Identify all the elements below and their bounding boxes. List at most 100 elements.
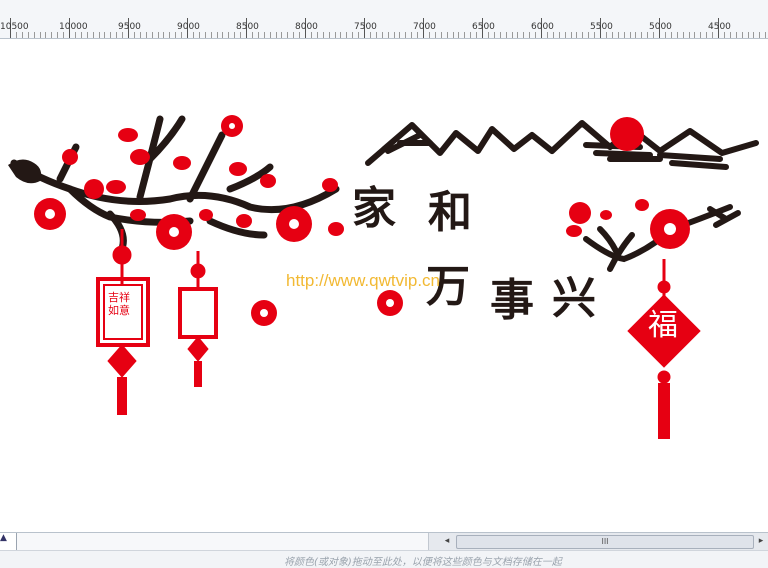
ruler-minor-tick (505, 32, 507, 38)
ruler-minor-tick (310, 32, 312, 38)
ruler-minor-tick (334, 32, 336, 38)
page-tab[interactable]: ▲ (0, 533, 17, 550)
ruler-minor-tick (676, 32, 678, 38)
ruler-minor-tick (605, 32, 607, 38)
fu-pendant (627, 259, 701, 439)
ruler-minor-tick (399, 32, 401, 38)
ruler-minor-tick (428, 32, 430, 38)
ruler-minor-tick (98, 32, 100, 38)
ruler-minor-tick (387, 32, 389, 38)
ruler-label: 5500 (590, 22, 613, 32)
ruler-label: 8500 (236, 22, 259, 32)
ruler-minor-tick (192, 32, 194, 38)
ruler-minor-tick (74, 32, 76, 38)
ruler-minor-tick (476, 32, 478, 38)
ruler-minor-tick (122, 32, 124, 38)
ruler-minor-tick (33, 32, 35, 38)
ruler-minor-tick (670, 32, 672, 38)
ruler-minor-tick (735, 32, 737, 38)
ruler-minor-tick (570, 32, 572, 38)
ruler-minor-tick (564, 32, 566, 38)
ruler-minor-tick (712, 32, 714, 38)
ruler-minor-tick (688, 32, 690, 38)
ruler-minor-tick (269, 32, 271, 38)
ruler-minor-tick (263, 32, 265, 38)
ruler-minor-tick (487, 32, 489, 38)
ruler-minor-tick (340, 32, 342, 38)
ruler-minor-tick (204, 32, 206, 38)
ruler-minor-tick (635, 32, 637, 38)
scrollbar-thumb[interactable]: III (456, 535, 754, 549)
ruler-minor-tick (440, 32, 442, 38)
ruler-minor-tick (86, 32, 88, 38)
scroll-right-icon[interactable]: ▸ (754, 533, 768, 550)
sun-icon (610, 117, 644, 151)
scroll-left-icon[interactable]: ◂ (440, 533, 454, 550)
ruler-minor-tick (765, 32, 767, 38)
ruler-minor-tick (552, 32, 554, 38)
ruler-minor-tick (169, 32, 171, 38)
ruler-minor-tick (753, 32, 755, 38)
ruler-minor-tick (653, 32, 655, 38)
ruler-minor-tick (523, 32, 525, 38)
calligraphy-char-1: 家 (352, 183, 396, 234)
ruler-minor-tick (381, 32, 383, 38)
drawing-canvas[interactable]: 吉祥 如意 家 和 万 事 兴 福 http://www.qwtvip.cn (0, 39, 768, 532)
bird-shape (8, 159, 42, 184)
ruler-minor-tick (417, 32, 419, 38)
horizontal-ruler[interactable]: 10500 10000 9500 9000 8500 8000 7500 7000 6500 60… (0, 0, 768, 39)
ruler-minor-tick (464, 32, 466, 38)
ruler-minor-tick (21, 32, 23, 38)
ruler-minor-tick (393, 32, 395, 38)
ruler-minor-tick (299, 32, 301, 38)
ruler-minor-tick (234, 32, 236, 38)
ruler-minor-tick (316, 32, 318, 38)
ruler-minor-tick (723, 32, 725, 38)
ruler-minor-tick (729, 32, 731, 38)
ruler-minor-tick (558, 32, 560, 38)
ruler-label: 7000 (413, 22, 436, 32)
ruler-minor-tick (641, 32, 643, 38)
ruler-minor-tick (617, 32, 619, 38)
ruler-minor-tick (45, 32, 47, 38)
fu-character: 福 (648, 308, 678, 343)
ruler-minor-tick (611, 32, 613, 38)
ruler-minor-tick (582, 32, 584, 38)
ruler-minor-tick (275, 32, 277, 38)
ruler-minor-tick (493, 32, 495, 38)
ruler-minor-tick (163, 32, 165, 38)
ruler-label: 10500 (0, 22, 29, 32)
page-tab-strip: ▲ (0, 533, 429, 550)
ruler-minor-tick (51, 32, 53, 38)
ruler-minor-tick (594, 32, 596, 38)
ruler-minor-tick (39, 32, 41, 38)
ruler-minor-tick (358, 32, 360, 38)
mountain-outline (365, 120, 759, 170)
document-palette-bar[interactable]: 将颜色(或对象)拖动至此处，以便将这些颜色与文档存储在一起 (0, 550, 768, 568)
ruler-minor-tick (80, 32, 82, 38)
lantern-left-1 (96, 229, 150, 415)
ruler-minor-tick (251, 32, 253, 38)
ruler-minor-tick (210, 32, 212, 38)
ruler-minor-tick (535, 32, 537, 38)
ruler-minor-tick (352, 32, 354, 38)
ruler-minor-tick (175, 32, 177, 38)
ruler-minor-tick (228, 32, 230, 38)
ruler-minor-tick (452, 32, 454, 38)
watermark-url: http://www.qwtvip.cn (286, 271, 441, 290)
ruler-minor-tick (529, 32, 531, 38)
calligraphy-char-2: 和 (428, 187, 472, 238)
lantern-char-3: 如 (108, 304, 119, 317)
ruler-minor-tick (682, 32, 684, 38)
lantern-left-2 (178, 251, 218, 387)
ruler-minor-tick (576, 32, 578, 38)
ruler-minor-tick (216, 32, 218, 38)
ruler-label: 8000 (295, 22, 318, 32)
ruler-minor-tick (281, 32, 283, 38)
ruler-minor-tick (446, 32, 448, 38)
ruler-minor-tick (458, 32, 460, 38)
ruler-label: 10000 (59, 22, 88, 32)
ruler-minor-tick (116, 32, 118, 38)
ruler-minor-tick (287, 32, 289, 38)
ruler-minor-tick (240, 32, 242, 38)
